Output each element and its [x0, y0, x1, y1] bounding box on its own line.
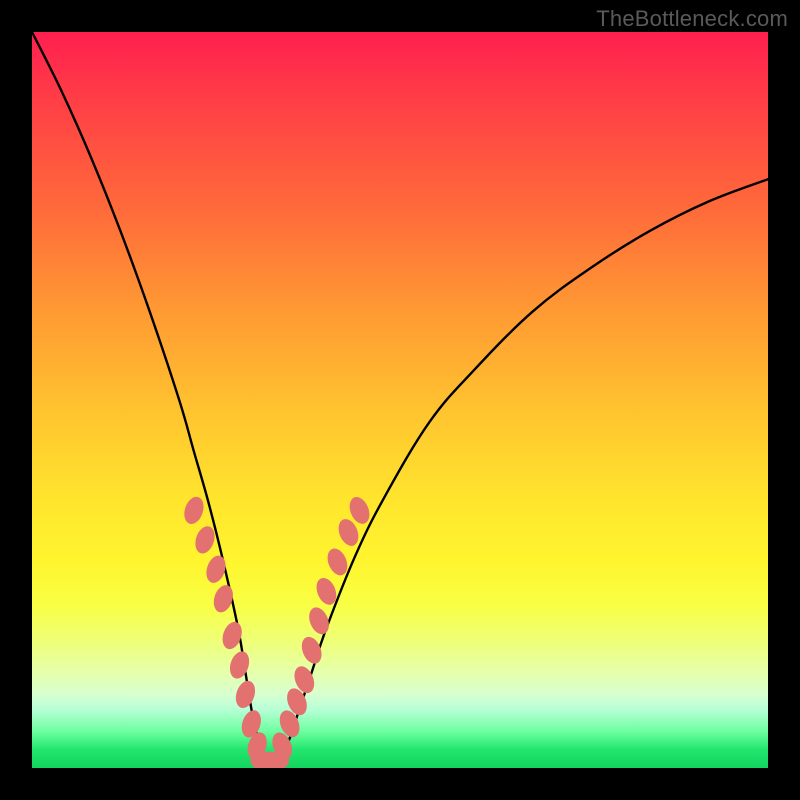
curve-marker: [181, 494, 207, 526]
chart-stage: TheBottleneck.com: [0, 0, 800, 800]
curve-marker: [192, 524, 218, 556]
curve-marker: [298, 634, 325, 667]
watermark-text: TheBottleneck.com: [596, 6, 788, 32]
marker-group: [181, 494, 373, 768]
plot-area: [32, 32, 768, 768]
bottleneck-curve: [32, 32, 768, 762]
curve-marker: [210, 583, 236, 615]
curve-marker: [203, 553, 229, 585]
curve-marker: [227, 649, 253, 681]
curve-layer: [32, 32, 768, 768]
curve-marker: [233, 678, 259, 710]
